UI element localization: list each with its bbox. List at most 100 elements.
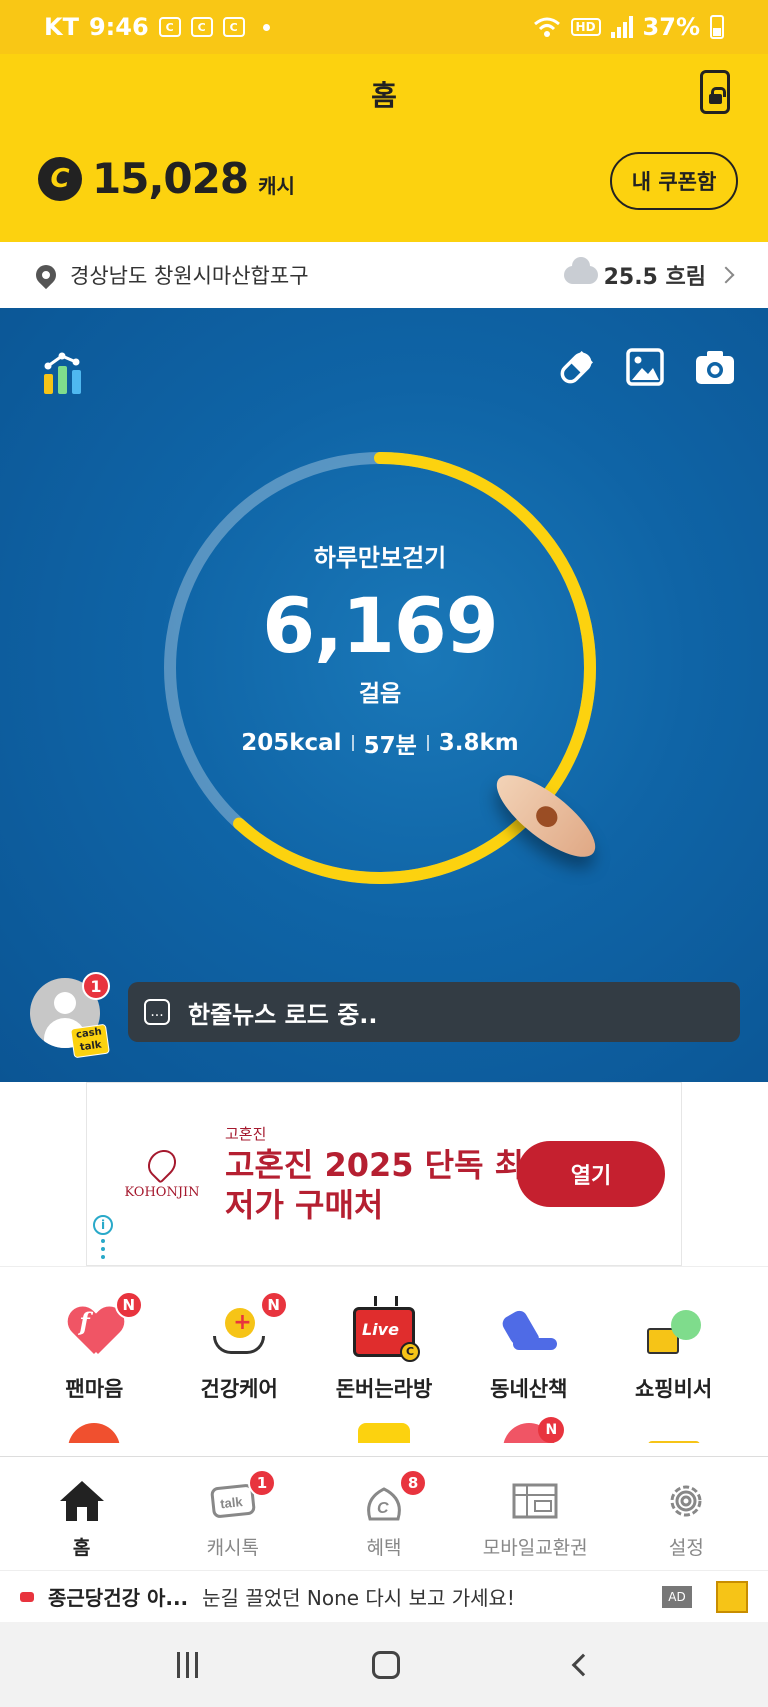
- ad-strip-text: 눈길 끌었던 None 다시 보고 가세요!: [202, 1586, 515, 1610]
- location-address: 경상남도 창원시마산합포구: [70, 264, 309, 288]
- ad-thumbnail: [716, 1580, 748, 1613]
- ad-headline: 고혼진 2025 단독 최저가 구매처: [225, 1146, 525, 1224]
- nav-label: 설정: [668, 1537, 704, 1559]
- cash-coin-icon: C: [38, 156, 82, 201]
- health-cross: +: [233, 1310, 252, 1335]
- step-title: 하루만보걷기: [313, 544, 447, 572]
- metric-divider: [426, 735, 429, 751]
- chat-dots-icon: ...: [144, 999, 170, 1025]
- menu-item-label: 동네산책: [490, 1377, 568, 1401]
- nav-settings[interactable]: 설정: [611, 1457, 762, 1570]
- new-badge: N: [259, 1291, 288, 1319]
- menu-item-shopping-assistant[interactable]: 쇼핑비서: [601, 1299, 746, 1403]
- chevron-right-icon: [717, 266, 735, 284]
- location-pin-icon: [31, 260, 61, 290]
- new-badge: N: [114, 1291, 143, 1319]
- more-notifications-dot-icon: [262, 23, 270, 31]
- heart-letter: f: [79, 1307, 90, 1336]
- stats-chart-icon[interactable]: [40, 348, 88, 396]
- flower-logo-icon: [142, 1144, 182, 1184]
- location-weather-bar[interactable]: 경상남도 창원시마산합포구 25.5 흐림: [0, 242, 768, 308]
- ad-open-button[interactable]: 열기: [517, 1141, 665, 1207]
- notification-app-icon: C: [190, 17, 213, 37]
- new-badge: N: [538, 1417, 565, 1443]
- coupon-box-button[interactable]: 내 쿠폰함: [610, 152, 738, 210]
- news-bubble[interactable]: ... 한줄뉴스 로드 중..: [128, 982, 740, 1042]
- metric-divider: [351, 735, 354, 751]
- menu-item-peek[interactable]: [601, 1417, 746, 1443]
- ad-info-icon[interactable]: i: [93, 1215, 113, 1235]
- nav-label: 캐시톡: [206, 1537, 260, 1559]
- news-text: 한줄뉴스 로드 중..: [188, 1000, 378, 1029]
- menu-item-peek[interactable]: N: [456, 1417, 601, 1443]
- image-icon[interactable]: [626, 348, 664, 386]
- lock-screen-icon[interactable]: [700, 70, 730, 114]
- banner-ad[interactable]: KOHONJIN 고혼진 고혼진 2025 단독 최저가 구매처 열기 i: [86, 1082, 682, 1266]
- menu-item-label: 돈버는라방: [335, 1377, 433, 1401]
- menu-item-peek[interactable]: [22, 1417, 167, 1443]
- nav-label: 혜택: [366, 1537, 402, 1559]
- settings-icon: [670, 1485, 702, 1517]
- duration-value: 57분: [363, 733, 417, 759]
- battery-icon: [710, 15, 724, 39]
- nav-notification-badge: 8: [399, 1469, 428, 1497]
- ad-brand-name: KOHONJIN: [124, 1185, 200, 1200]
- nav-mobile-voucher[interactable]: 모바일교환권: [460, 1457, 611, 1570]
- system-home-icon[interactable]: [372, 1650, 401, 1679]
- menu-item-label: 건강케어: [200, 1377, 278, 1401]
- menu-item-peek[interactable]: [167, 1417, 312, 1443]
- bottom-ad-strip[interactable]: 종근당건강 아... 눈길 끌었던 None 다시 보고 가세요! AD: [0, 1570, 768, 1622]
- ad-sponsor: 고혼진: [225, 1125, 267, 1143]
- wifi-icon: [533, 17, 560, 37]
- nav-benefits[interactable]: C 8 혜택: [308, 1457, 459, 1570]
- live-tv-icon: Live C: [349, 1299, 420, 1365]
- shortcut-menu: f N 팬마음 + N 건강케어 Live C 돈버는라방 동네산책 쇼핑비서 …: [0, 1266, 768, 1456]
- back-icon[interactable]: [571, 1653, 595, 1676]
- menu-item-live-shopping[interactable]: Live C 돈버는라방: [312, 1299, 457, 1403]
- signal-icon: [610, 16, 633, 38]
- cloud-icon: [563, 257, 598, 284]
- one-line-news[interactable]: 1 cash talk ... 한줄뉴스 로드 중..: [30, 972, 740, 1059]
- menu-item-label: 쇼핑비서: [634, 1377, 713, 1401]
- ad-badge: AD: [662, 1585, 692, 1608]
- step-count: 6,169: [262, 581, 498, 670]
- ad-more-icon[interactable]: [101, 1239, 105, 1259]
- menu-item-peek[interactable]: [312, 1417, 457, 1443]
- hd-voice-badge: HD: [570, 18, 601, 36]
- nav-cash-talk[interactable]: talk 1 캐시톡: [157, 1457, 308, 1570]
- gift-card-icon: [512, 1483, 558, 1519]
- page-title: 홈: [371, 79, 397, 112]
- nav-label: 홈: [72, 1537, 91, 1559]
- cash-balance[interactable]: C 15,028 캐시: [38, 154, 295, 203]
- menu-item-fan-heart[interactable]: f N 팬마음: [22, 1291, 167, 1403]
- recent-apps-icon[interactable]: [177, 1651, 199, 1678]
- step-counter-hero: 하루만보걷기 6,169 걸음 205kcal 57분 3.8km 1 cash…: [0, 308, 768, 1082]
- clock: 9:46: [88, 13, 149, 41]
- pill-icon[interactable]: [556, 348, 596, 388]
- news-notification-badge: 1: [82, 972, 110, 1000]
- svg-text:C: C: [377, 1500, 389, 1517]
- ad-brand-logo: KOHONJIN: [117, 1144, 207, 1200]
- ad-strip-brand: 종근당건강 아...: [48, 1586, 189, 1610]
- shopping-cart-icon: [639, 1299, 709, 1365]
- nav-label: 모바일교환권: [482, 1537, 588, 1559]
- menu-item-label: 팬마음: [65, 1377, 124, 1401]
- camera-icon[interactable]: [694, 348, 736, 386]
- battery-percent: 37%: [642, 13, 700, 41]
- step-metrics: 205kcal 57분 3.8km: [241, 726, 519, 760]
- cash-unit: 캐시: [258, 174, 295, 198]
- nav-home[interactable]: 홈: [6, 1457, 157, 1570]
- step-unit: 걸음: [358, 681, 402, 707]
- coin-icon: C: [399, 1342, 420, 1362]
- status-bar: KT 9:46 C C C HD 37%: [0, 0, 768, 54]
- carrier-label: KT: [44, 13, 79, 41]
- cashtalk-icon: cash talk: [70, 1023, 110, 1059]
- menu-item-health-care[interactable]: + N 건강케어: [167, 1291, 312, 1403]
- step-summary[interactable]: 하루만보걷기 6,169 걸음 205kcal 57분 3.8km: [150, 438, 610, 898]
- app-header: 홈 C 15,028 캐시 내 쿠폰함: [0, 54, 768, 242]
- system-navigation-bar: [0, 1622, 768, 1707]
- nav-notification-badge: 1: [247, 1469, 276, 1497]
- menu-item-neighborhood-walk[interactable]: 동네산책: [456, 1299, 601, 1403]
- svg-text:talk: talk: [219, 1494, 244, 1511]
- ad-mark-icon: [20, 1591, 34, 1602]
